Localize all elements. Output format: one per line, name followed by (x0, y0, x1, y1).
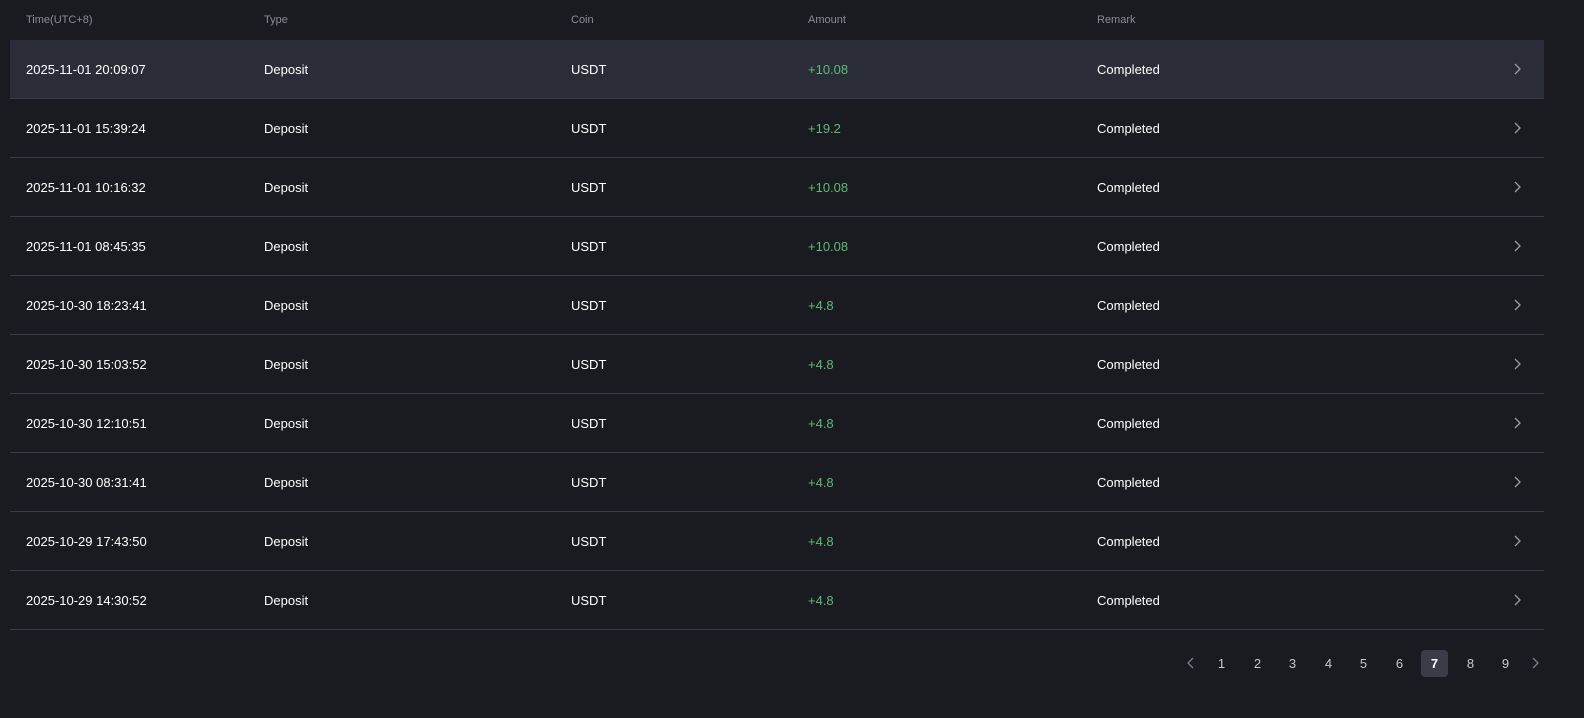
cell-amount: +4.8 (808, 357, 834, 372)
cell-type: Deposit (264, 593, 309, 608)
cell-time: 2025-10-29 14:30:52 (26, 593, 147, 608)
cell-type: Deposit (264, 180, 309, 195)
cell-remark: Completed (1097, 62, 1160, 77)
cell-type: Deposit (264, 62, 309, 77)
cell-amount: +4.8 (808, 416, 834, 431)
page-button-5[interactable]: 5 (1350, 650, 1377, 677)
cell-time: 2025-11-01 08:45:35 (26, 239, 146, 254)
cell-remark: Completed (1097, 121, 1160, 136)
page-button-7-current[interactable]: 7 (1421, 650, 1448, 677)
cell-remark: Completed (1097, 239, 1160, 254)
page-button-1[interactable]: 1 (1208, 650, 1235, 677)
cell-type: Deposit (264, 298, 309, 313)
cell-coin: USDT (571, 62, 607, 77)
cell-type: Deposit (264, 416, 309, 431)
cell-type: Deposit (264, 475, 309, 490)
table-row[interactable]: 2025-11-01 08:45:35 Deposit USDT +10.08 … (10, 217, 1544, 276)
chevron-right-icon[interactable] (1510, 121, 1524, 135)
chevron-right-icon[interactable] (1510, 298, 1524, 312)
cell-time: 2025-10-30 15:03:52 (26, 357, 147, 372)
page-button-4[interactable]: 4 (1315, 650, 1342, 677)
cell-coin: USDT (571, 298, 607, 313)
table-row[interactable]: 2025-11-01 20:09:07 Deposit USDT +10.08 … (10, 40, 1544, 99)
chevron-right-icon[interactable] (1510, 239, 1524, 253)
cell-amount: +10.08 (808, 180, 849, 195)
cell-type: Deposit (264, 121, 309, 136)
table-row[interactable]: 2025-11-01 15:39:24 Deposit USDT +19.2 C… (10, 99, 1544, 158)
deposit-history-page: Time(UTC+8) Type Coin Amount Remark 2025… (0, 0, 1584, 718)
cell-time: 2025-11-01 15:39:24 (26, 121, 146, 136)
header-time: Time(UTC+8) (26, 14, 93, 26)
cell-type: Deposit (264, 534, 309, 549)
chevron-right-icon[interactable] (1528, 656, 1542, 670)
cell-time: 2025-10-30 08:31:41 (26, 475, 147, 490)
header-type: Type (264, 14, 288, 26)
chevron-right-icon[interactable] (1510, 416, 1524, 430)
cell-coin: USDT (571, 180, 607, 195)
cell-time: 2025-10-29 17:43:50 (26, 534, 147, 549)
header-coin: Coin (571, 14, 594, 26)
cell-remark: Completed (1097, 475, 1160, 490)
cell-time: 2025-11-01 10:16:32 (26, 180, 146, 195)
table-row[interactable]: 2025-10-30 08:31:41 Deposit USDT +4.8 Co… (10, 453, 1544, 512)
cell-remark: Completed (1097, 593, 1160, 608)
page-button-2[interactable]: 2 (1244, 650, 1271, 677)
cell-coin: USDT (571, 475, 607, 490)
chevron-right-icon[interactable] (1510, 593, 1524, 607)
cell-coin: USDT (571, 239, 607, 254)
cell-amount: +10.08 (808, 62, 849, 77)
chevron-right-icon[interactable] (1510, 357, 1524, 371)
cell-remark: Completed (1097, 416, 1160, 431)
cell-amount: +4.8 (808, 298, 834, 313)
cell-amount: +19.2 (808, 121, 841, 136)
header-amount: Amount (808, 14, 846, 26)
cell-time: 2025-10-30 18:23:41 (26, 298, 147, 313)
chevron-right-icon[interactable] (1510, 180, 1524, 194)
cell-type: Deposit (264, 357, 309, 372)
table-row[interactable]: 2025-10-29 14:30:52 Deposit USDT +4.8 Co… (10, 571, 1544, 630)
header-remark: Remark (1097, 14, 1136, 26)
cell-remark: Completed (1097, 534, 1160, 549)
cell-type: Deposit (264, 239, 309, 254)
cell-coin: USDT (571, 121, 607, 136)
cell-time: 2025-10-30 12:10:51 (26, 416, 147, 431)
table-row[interactable]: 2025-10-30 18:23:41 Deposit USDT +4.8 Co… (10, 276, 1544, 335)
cell-coin: USDT (571, 534, 607, 549)
page-button-3[interactable]: 3 (1279, 650, 1306, 677)
chevron-right-icon[interactable] (1510, 534, 1524, 548)
history-table: Time(UTC+8) Type Coin Amount Remark 2025… (10, 0, 1544, 630)
page-button-8[interactable]: 8 (1457, 650, 1484, 677)
cell-amount: +4.8 (808, 475, 834, 490)
page-button-6[interactable]: 6 (1386, 650, 1413, 677)
cell-amount: +4.8 (808, 593, 834, 608)
table-row[interactable]: 2025-10-29 17:43:50 Deposit USDT +4.8 Co… (10, 512, 1544, 571)
table-header: Time(UTC+8) Type Coin Amount Remark (10, 0, 1544, 40)
cell-remark: Completed (1097, 357, 1160, 372)
table-row[interactable]: 2025-11-01 10:16:32 Deposit USDT +10.08 … (10, 158, 1544, 217)
cell-coin: USDT (571, 416, 607, 431)
cell-remark: Completed (1097, 298, 1160, 313)
cell-amount: +4.8 (808, 534, 834, 549)
page-button-9[interactable]: 9 (1492, 650, 1519, 677)
chevron-left-icon[interactable] (1184, 656, 1198, 670)
cell-coin: USDT (571, 357, 607, 372)
cell-remark: Completed (1097, 180, 1160, 195)
chevron-right-icon[interactable] (1510, 475, 1524, 489)
cell-amount: +10.08 (808, 239, 849, 254)
table-row[interactable]: 2025-10-30 15:03:52 Deposit USDT +4.8 Co… (10, 335, 1544, 394)
table-row[interactable]: 2025-10-30 12:10:51 Deposit USDT +4.8 Co… (10, 394, 1544, 453)
cell-time: 2025-11-01 20:09:07 (26, 62, 146, 77)
cell-coin: USDT (571, 593, 607, 608)
chevron-right-icon[interactable] (1510, 62, 1524, 76)
